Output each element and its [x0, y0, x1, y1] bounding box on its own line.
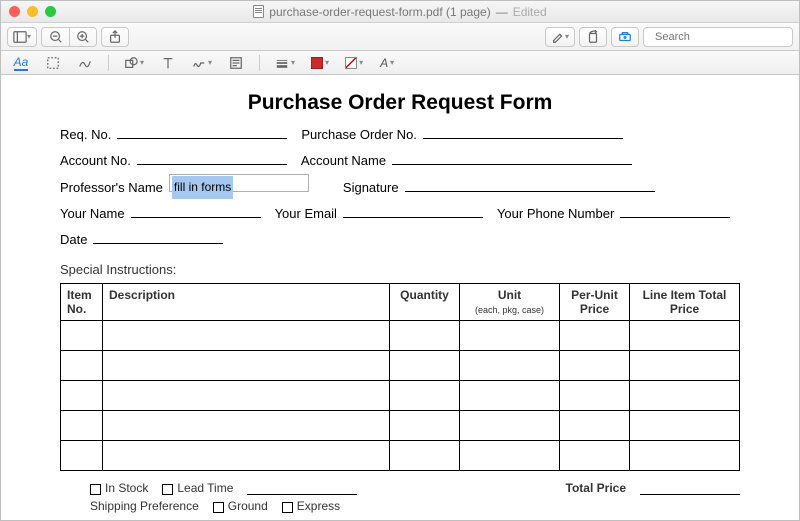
form-title: Purchase Order Request Form: [60, 91, 740, 115]
col-per-unit-price: Per-Unit Price: [560, 284, 630, 321]
main-toolbar: ▾ ▾: [1, 23, 799, 51]
in-stock-option: In Stock: [90, 481, 148, 495]
search-input[interactable]: [655, 31, 797, 43]
po-no-label: Purchase Order No.: [301, 123, 417, 148]
note-tool-button[interactable]: [224, 54, 248, 72]
sidebar-toggle-button[interactable]: ▾: [7, 27, 37, 47]
document-viewport[interactable]: Purchase Order Request Form Req. No. Pur…: [1, 75, 799, 520]
acct-name-line: [392, 151, 632, 165]
shipping-row: Shipping Preference Ground Express: [90, 499, 740, 513]
select-tool-button[interactable]: [41, 54, 65, 72]
express-option: Express: [282, 499, 340, 513]
stock-row: In Stock Lead Time Total Price: [90, 481, 740, 495]
annotation-text[interactable]: fill in forms: [172, 176, 233, 199]
sign-tool-button[interactable]: ▾: [188, 54, 216, 72]
your-name-line: [131, 204, 261, 218]
font-button[interactable]: A▾: [375, 54, 399, 72]
lead-time-line: [247, 481, 357, 495]
document-icon: [253, 5, 264, 18]
table-row: [61, 381, 740, 411]
req-no-line: [117, 125, 287, 139]
titlebar: purchase-order-request-form.pdf (1 page)…: [1, 1, 799, 23]
text-annotation-field[interactable]: fill in forms: [169, 174, 309, 192]
share-button[interactable]: [101, 27, 129, 47]
chevron-down-icon: ▾: [565, 32, 569, 41]
your-name-label: Your Name: [60, 202, 125, 227]
signature-label: Signature: [343, 176, 399, 201]
form-fields: Req. No. Purchase Order No. Account No. …: [60, 123, 740, 252]
prof-name-label: Professor's Name: [60, 176, 163, 201]
date-label: Date: [60, 228, 87, 253]
chevron-down-icon: ▾: [27, 32, 31, 41]
window-title: purchase-order-request-form.pdf (1 page)…: [1, 5, 799, 19]
po-no-line: [423, 125, 623, 139]
col-item-no: Item No.: [61, 284, 103, 321]
title-separator: —: [496, 5, 508, 19]
col-line-total: Line Item Total Price: [630, 284, 740, 321]
lead-time-option: Lead Time: [162, 481, 233, 495]
divider: [108, 55, 109, 71]
rotate-button[interactable]: [579, 27, 607, 47]
markup-toggle-button[interactable]: ▾: [545, 27, 575, 47]
signature-line: [405, 178, 655, 192]
sketch-tool-button[interactable]: [73, 54, 97, 72]
express-checkbox[interactable]: [282, 502, 293, 513]
filename-label: purchase-order-request-form.pdf (1 page): [269, 5, 490, 19]
shipping-pref-label: Shipping Preference: [90, 499, 199, 513]
line-style-button[interactable]: ▾: [271, 54, 299, 72]
col-quantity: Quantity: [390, 284, 460, 321]
req-no-label: Req. No.: [60, 123, 111, 148]
table-row: [61, 321, 740, 351]
your-email-label: Your Email: [275, 202, 337, 227]
zoom-out-button[interactable]: [41, 27, 69, 47]
shapes-button[interactable]: ▾: [120, 54, 148, 72]
col-description: Description: [103, 284, 390, 321]
table-header-row: Item No. Description Quantity Unit(each,…: [61, 284, 740, 321]
special-instructions-label: Special Instructions:: [60, 262, 740, 277]
col-unit: Unit(each, pkg, case): [460, 284, 560, 321]
markup-toolbar: Aa ▾ ▾ ▾ ▾ ▾ A▾: [1, 51, 799, 75]
table-row: [61, 351, 740, 381]
edited-label: Edited: [513, 5, 547, 19]
text-style-button[interactable]: Aa: [9, 54, 33, 72]
acct-no-label: Account No.: [60, 149, 131, 174]
order-table: Item No. Description Quantity Unit(each,…: [60, 283, 740, 471]
ground-option: Ground: [213, 499, 268, 513]
lead-time-checkbox[interactable]: [162, 484, 173, 495]
search-field[interactable]: [643, 27, 793, 47]
date-line: [93, 230, 223, 244]
total-price-line: [640, 481, 740, 495]
your-phone-line: [620, 204, 730, 218]
acct-no-line: [137, 151, 287, 165]
fill-color-button[interactable]: ▾: [341, 54, 367, 72]
table-row: [61, 411, 740, 441]
table-row: [61, 441, 740, 471]
your-phone-label: Your Phone Number: [497, 202, 614, 227]
in-stock-checkbox[interactable]: [90, 484, 101, 495]
zoom-group: [41, 27, 97, 47]
preview-window: purchase-order-request-form.pdf (1 page)…: [0, 0, 800, 521]
total-price-label: Total Price: [566, 481, 626, 495]
divider: [259, 55, 260, 71]
ground-checkbox[interactable]: [213, 502, 224, 513]
text-tool-button[interactable]: [156, 54, 180, 72]
zoom-in-button[interactable]: [69, 27, 97, 47]
border-color-button[interactable]: ▾: [307, 54, 333, 72]
markup-tools-button[interactable]: [611, 27, 639, 47]
acct-name-label: Account Name: [301, 149, 386, 174]
pdf-page: Purchase Order Request Form Req. No. Pur…: [20, 77, 780, 520]
your-email-line: [343, 204, 483, 218]
